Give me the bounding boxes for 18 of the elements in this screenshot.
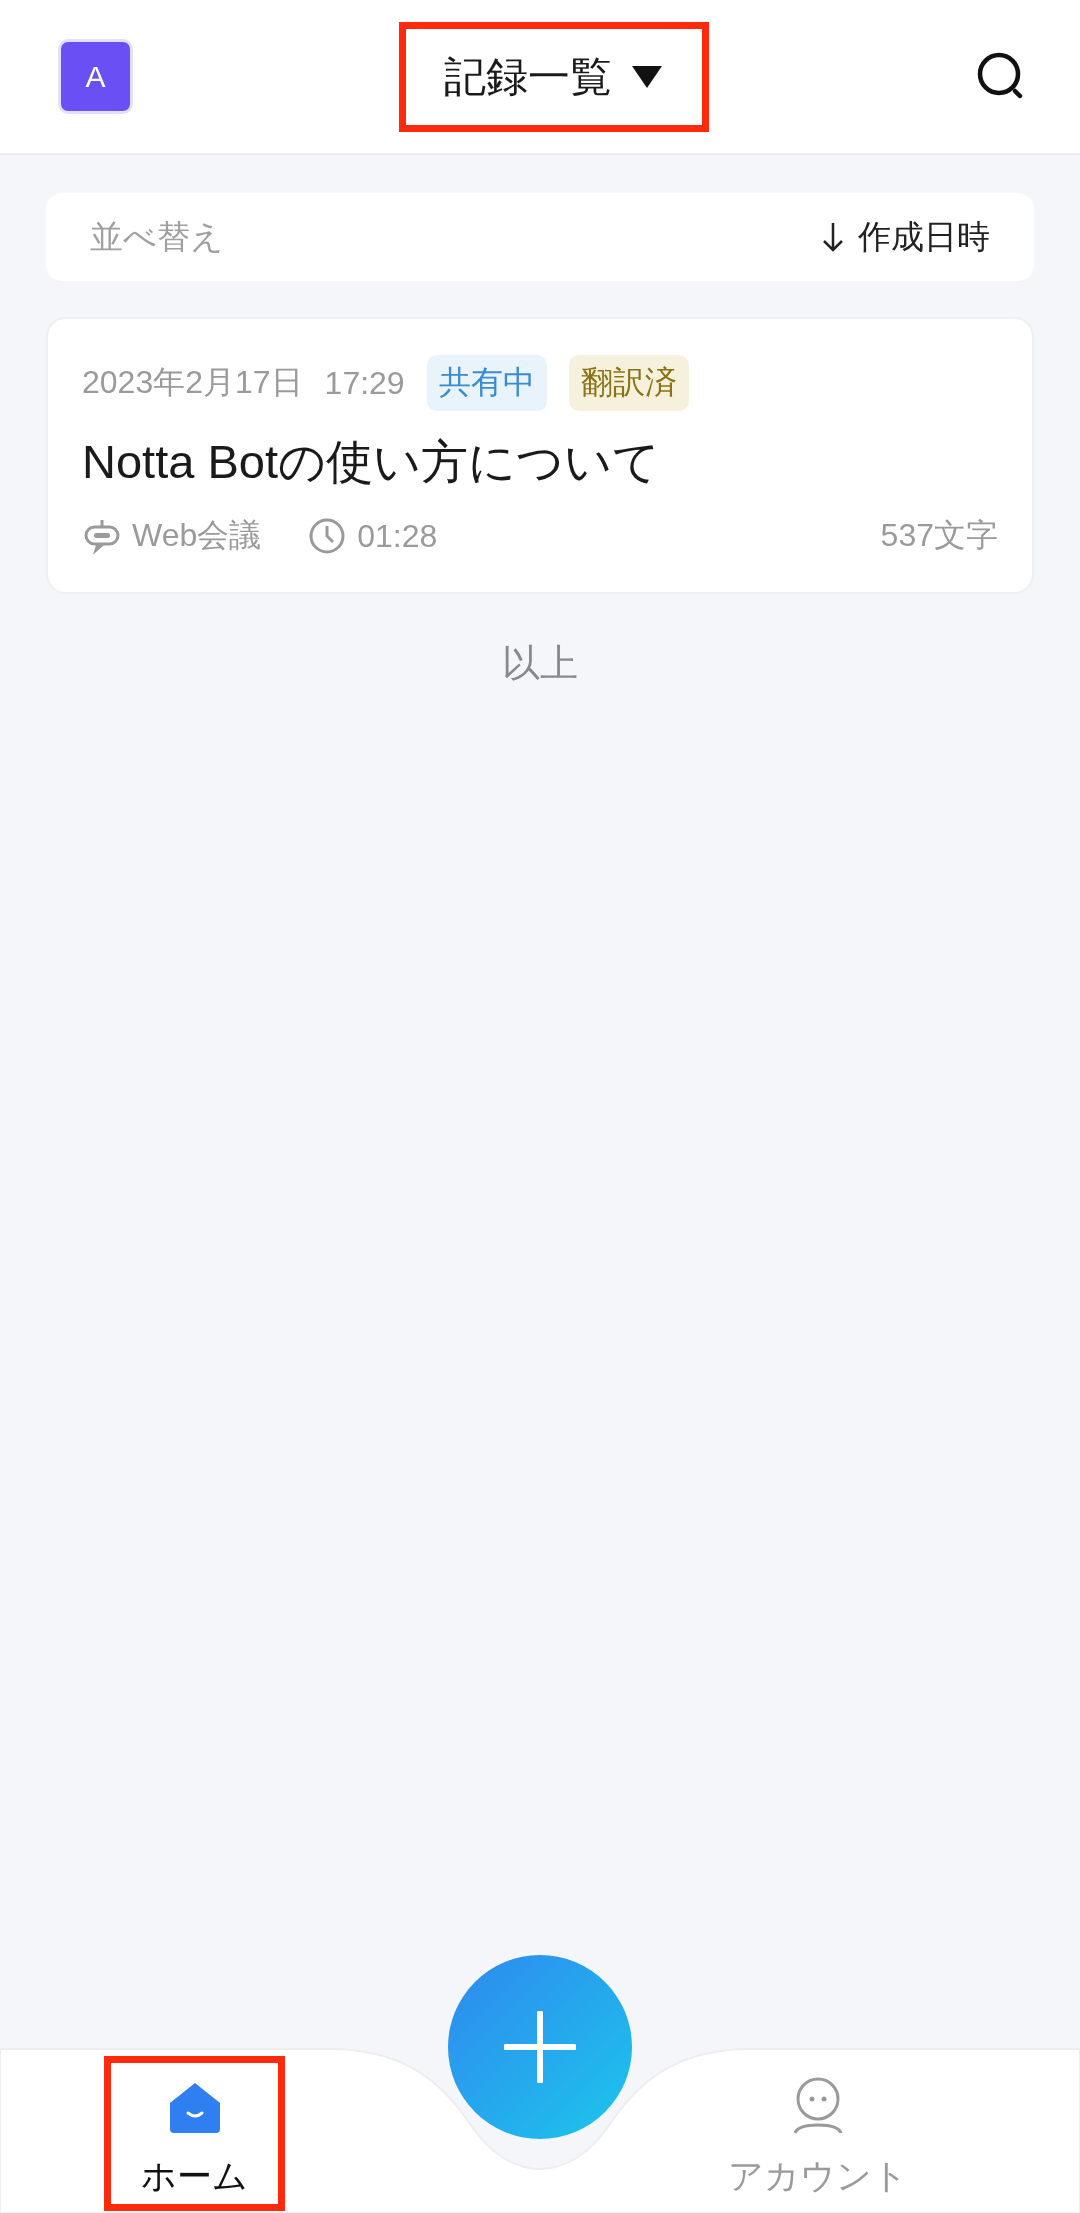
title-dropdown[interactable]: 記録一覧 — [443, 48, 664, 105]
end-of-list-label: 以上 — [502, 641, 578, 686]
sort-label: 並べ替え — [90, 216, 224, 257]
status-tag: 共有中 — [426, 355, 547, 411]
record-date: 2023年2月17日 — [82, 363, 303, 402]
caret-icon — [629, 63, 664, 90]
avatar[interactable]: A — [58, 39, 133, 114]
record-card[interactable]: 2023年2月17日 17:29 共有中 翻訳済 Notta Botの使い方について Web会議 01:28 537文字 — [46, 317, 1034, 594]
record-time: 17:29 — [324, 364, 405, 402]
sort-button[interactable]: 作成日時 — [822, 214, 990, 260]
nav-tab[interactable]: ホーム — [141, 2073, 248, 2200]
status-tag: 翻訳済 — [568, 355, 689, 411]
character-count: 537文字 — [880, 516, 998, 555]
record-source: Web会議 — [132, 516, 262, 555]
down-arrow-icon — [822, 221, 844, 253]
record-title: Notta Botの使い方について — [82, 434, 661, 490]
record-duration: 01:28 — [357, 517, 438, 555]
plus-icon — [504, 2011, 576, 2083]
